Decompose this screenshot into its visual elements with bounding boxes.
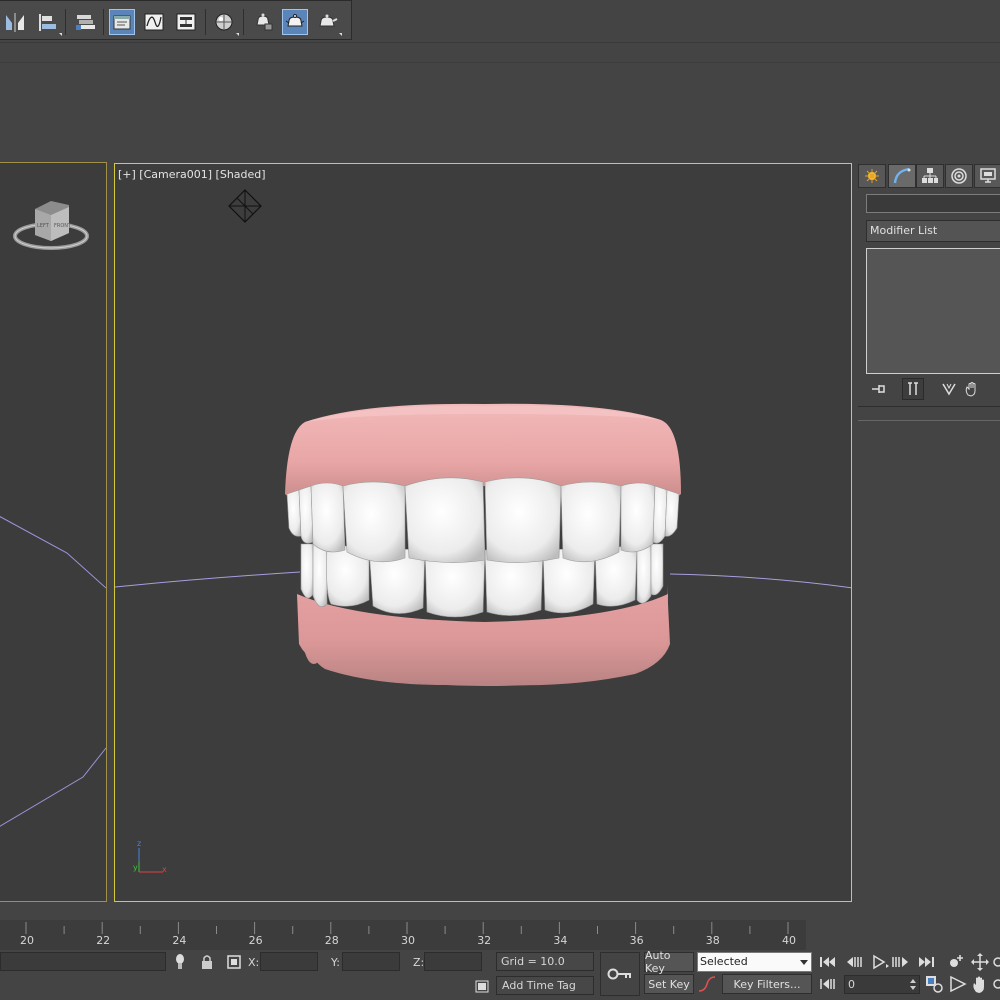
panel-divider	[858, 406, 1000, 407]
layer-manager-icon[interactable]	[72, 9, 98, 35]
absolute-mode-icon[interactable]	[226, 953, 242, 971]
next-frame-icon[interactable]	[890, 954, 912, 970]
ruler-label: 32	[477, 934, 492, 947]
maxscript-listener-field[interactable]	[0, 952, 166, 971]
schematic-view-icon[interactable]	[173, 9, 199, 35]
viewcube[interactable]: LEFT FRONT	[13, 197, 93, 253]
mirror-icon[interactable]	[2, 9, 28, 35]
viewcube-left-face: LEFT	[37, 223, 50, 229]
key-mode-select[interactable]: Selected	[697, 952, 812, 972]
viewport-camera[interactable]: [+] [Camera001] [Shaded] z y x	[114, 163, 852, 902]
default-tangent-icon[interactable]	[697, 975, 719, 995]
z-coord-label: Z:	[413, 956, 425, 969]
pan-view-icon[interactable]	[970, 974, 990, 994]
camera-icon	[228, 189, 262, 223]
ruler-label: 34	[553, 934, 568, 947]
modify-tab-icon[interactable]	[888, 164, 916, 188]
hierarchy-tab-icon[interactable]	[916, 164, 944, 188]
ruler-label: 36	[629, 934, 644, 947]
track-bar-end	[806, 920, 1000, 950]
z-coord-field[interactable]	[424, 952, 482, 971]
chevron-down-icon	[800, 960, 808, 965]
modifier-list-dropdown[interactable]: Modifier List	[866, 220, 1000, 242]
axis-y-label: y	[133, 863, 138, 872]
selection-lock-icon[interactable]	[199, 953, 215, 971]
grid-size-text: Grid = 10.0	[501, 955, 565, 968]
x-coord-label: X:	[248, 956, 260, 969]
add-time-tag-button[interactable]: Add Time Tag	[496, 976, 594, 995]
time-tag-icon[interactable]	[474, 978, 490, 994]
status-bar: X: Y: Z: Grid = 10.0 Add Time Tag Auto K…	[0, 949, 1000, 1000]
go-to-start-icon[interactable]	[818, 954, 838, 970]
grid-size-display: Grid = 10.0	[496, 952, 594, 971]
set-key-button[interactable]: Set Key	[644, 974, 694, 994]
camera-viewport-canvas	[115, 189, 851, 686]
track-bar-ticks	[25, 922, 789, 934]
viewport-left[interactable]: LEFT FRONT	[0, 162, 107, 902]
key-filters-button[interactable]: Key Filters...	[722, 974, 812, 994]
play-icon[interactable]	[868, 954, 890, 970]
remove-modifier-icon[interactable]	[960, 378, 982, 400]
isolate-selection-icon[interactable]	[172, 953, 188, 971]
current-frame-value: 0	[848, 978, 855, 991]
add-time-tag-label: Add Time Tag	[502, 979, 576, 992]
axis-x-label: x	[162, 865, 167, 874]
material-editor-icon[interactable]	[211, 9, 239, 36]
x-coord-field[interactable]	[260, 952, 318, 971]
ruler-label: 26	[248, 934, 263, 947]
orbit-icon[interactable]	[992, 952, 1000, 972]
auto-key-button[interactable]: Auto Key	[644, 949, 694, 975]
key-mode-value: Selected	[700, 955, 748, 968]
ruler-label: 24	[172, 934, 187, 947]
axis-z-label: z	[137, 839, 141, 848]
toolbar-divider	[0, 42, 1000, 43]
spinner-down-icon[interactable]	[910, 986, 916, 990]
axis-tripod: z y x	[133, 836, 173, 876]
pin-stack-icon[interactable]	[868, 378, 890, 400]
field-of-view-icon[interactable]	[948, 974, 968, 994]
display-tab-icon[interactable]	[974, 164, 1000, 188]
go-to-end-icon[interactable]	[916, 954, 936, 970]
zoom-region-icon[interactable]	[970, 952, 990, 972]
zoom-extents-icon[interactable]	[946, 952, 966, 972]
ruler-label: 22	[96, 934, 111, 947]
scene-explorer-icon[interactable]	[109, 9, 135, 35]
make-unique-icon[interactable]	[938, 378, 960, 400]
current-frame-spinner[interactable]: 0	[844, 975, 920, 994]
ruler-label: 38	[705, 934, 720, 947]
set-keys-key-icon[interactable]	[600, 952, 640, 996]
align-icon[interactable]	[34, 9, 62, 36]
create-tab-icon[interactable]	[858, 164, 886, 188]
orbit-subobject-icon[interactable]	[992, 974, 1000, 994]
panel-divider-2	[858, 420, 1000, 421]
ruler-label: 28	[324, 934, 339, 947]
toolbar-group	[0, 0, 352, 40]
y-coord-field[interactable]	[342, 952, 400, 971]
show-end-result-icon[interactable]	[902, 378, 924, 400]
ruler-label: 40	[782, 934, 796, 947]
left-viewport-canvas	[0, 516, 106, 827]
motion-tab-icon[interactable]	[945, 164, 973, 188]
command-panel: Modifier List	[856, 162, 1000, 922]
spinner-up-icon[interactable]	[910, 979, 916, 983]
ruler-label: 30	[401, 934, 415, 947]
ruler-label: 20	[20, 934, 34, 947]
key-mode-toggle-icon[interactable]	[818, 976, 838, 992]
curve-editor-icon[interactable]	[141, 9, 167, 35]
modifier-stack[interactable]	[866, 248, 1000, 374]
viewcube-front-face: FRONT	[54, 223, 72, 229]
time-configuration-icon[interactable]	[924, 974, 944, 994]
render-setup-icon[interactable]	[250, 9, 276, 35]
render-production-icon[interactable]	[314, 9, 342, 36]
object-name-field[interactable]	[866, 194, 1000, 213]
ribbon-divider	[0, 62, 1000, 63]
y-coord-label: Y:	[331, 956, 340, 969]
previous-frame-icon[interactable]	[844, 954, 866, 970]
rendered-frame-window-icon[interactable]	[282, 9, 308, 35]
